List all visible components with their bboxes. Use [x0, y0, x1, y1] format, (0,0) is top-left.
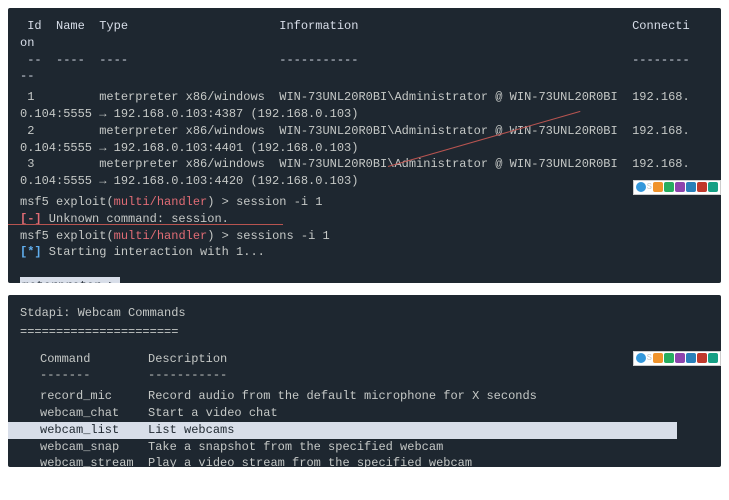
watermark-dot-icon — [675, 353, 685, 363]
webcam-section-title: Stdapi: Webcam Commands — [20, 305, 709, 322]
session-row-wrap: 0.104:5555 → 192.168.0.103:4387 (192.168… — [20, 106, 709, 123]
watermark-badge-1: S — [633, 180, 721, 195]
msf-prompt-line-1[interactable]: msf5 exploit(multi/handler) > session -i… — [20, 194, 709, 211]
session-row: 3 meterpreter x86/windows WIN-73UNL20R0B… — [20, 156, 709, 173]
msf-prompt-line-2[interactable]: msf5 exploit(multi/handler) > sessions -… — [20, 228, 709, 245]
webcam-command-row: webcam_snap Take a snapshot from the spe… — [40, 439, 709, 456]
session-list: 1 meterpreter x86/windows WIN-73UNL20R0B… — [20, 89, 709, 190]
terminal-sessions-panel: Id Name Type Information Connecti on -- … — [8, 8, 721, 283]
watermark-logo-icon — [636, 353, 646, 363]
watermark-dot-icon — [697, 353, 707, 363]
webcam-command-list: record_mic Record audio from the default… — [40, 388, 709, 467]
watermark-dot-icon — [653, 353, 663, 363]
command-input-1: session -i 1 — [236, 195, 322, 209]
session-row-wrap: 0.104:5555 → 192.168.0.103:4401 (192.168… — [20, 140, 709, 157]
watermark-dot-icon — [653, 182, 663, 192]
watermark-badge-2: S — [633, 351, 721, 366]
watermark-logo-icon — [636, 182, 646, 192]
watermark-dot-icon — [697, 182, 707, 192]
info-output-line: [*] Starting interaction with 1... — [20, 244, 709, 261]
session-header-wrap: on — [20, 35, 709, 52]
terminal-webcam-panel: Stdapi: Webcam Commands ================… — [8, 295, 721, 467]
watermark-dot-icon — [675, 182, 685, 192]
session-row: 2 meterpreter x86/windows WIN-73UNL20R0B… — [20, 123, 709, 140]
watermark-dot-icon — [664, 182, 674, 192]
watermark-dot-icon — [686, 353, 696, 363]
info-marker-icon: [*] — [20, 245, 42, 259]
webcam-command-row: record_mic Record audio from the default… — [40, 388, 709, 405]
webcam-section-underline: ====================== — [20, 324, 709, 341]
session-row: 1 meterpreter x86/windows WIN-73UNL20R0B… — [20, 89, 709, 106]
error-output-line: [-] Unknown command: session. — [20, 211, 709, 228]
command-input-2: sessions -i 1 — [236, 229, 330, 243]
session-row-wrap: 0.104:5555 → 192.168.0.103:4420 (192.168… — [20, 173, 709, 190]
watermark-dot-icon — [708, 182, 718, 192]
session-dash-wrap: -- — [20, 68, 709, 85]
session-dash-row: -- ---- ---- ----------- -------- — [20, 52, 709, 69]
webcam-command-row: webcam_chat Start a video chat — [40, 405, 709, 422]
session-header-row: Id Name Type Information Connecti — [20, 18, 709, 35]
webcam-columns-dash: ------- ----------- — [40, 367, 709, 384]
webcam-command-row: webcam_list List webcams — [8, 422, 677, 439]
watermark-dot-icon — [686, 182, 696, 192]
watermark-dot-icon — [708, 353, 718, 363]
meterpreter-prompt[interactable]: meterpreter > — [20, 277, 120, 283]
webcam-columns-header: Command Description — [40, 351, 709, 368]
watermark-dot-icon — [664, 353, 674, 363]
annotation-underline — [8, 224, 283, 225]
webcam-command-row: webcam_stream Play a video stream from t… — [40, 455, 709, 467]
